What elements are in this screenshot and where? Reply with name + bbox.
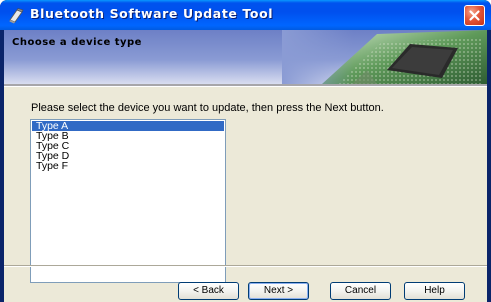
dialog-body: Choose a device type Please select the d… <box>4 30 487 302</box>
circuit-chip-image <box>282 30 487 84</box>
help-button[interactable]: Help <box>404 282 465 300</box>
header-divider <box>4 84 487 87</box>
close-button[interactable] <box>464 5 485 26</box>
footer-divider <box>4 265 487 267</box>
back-button[interactable]: < Back <box>178 282 239 300</box>
wizard-window: Bluetooth Software Update Tool Choose a … <box>0 0 491 302</box>
cancel-button[interactable]: Cancel <box>330 282 391 300</box>
window-title: Bluetooth Software Update Tool <box>30 6 274 21</box>
close-icon <box>469 10 480 21</box>
next-button[interactable]: Next > <box>248 282 309 300</box>
instruction-text: Please select the device you want to upd… <box>31 102 384 114</box>
bluetooth-tool-icon <box>9 8 24 24</box>
device-type-list[interactable]: Type A Type B Type C Type D Type F <box>30 119 226 283</box>
title-bar[interactable]: Bluetooth Software Update Tool <box>0 0 491 30</box>
wizard-header: Choose a device type <box>4 30 487 84</box>
list-item-type-f[interactable]: Type F <box>32 161 224 172</box>
page-title: Choose a device type <box>12 37 142 48</box>
